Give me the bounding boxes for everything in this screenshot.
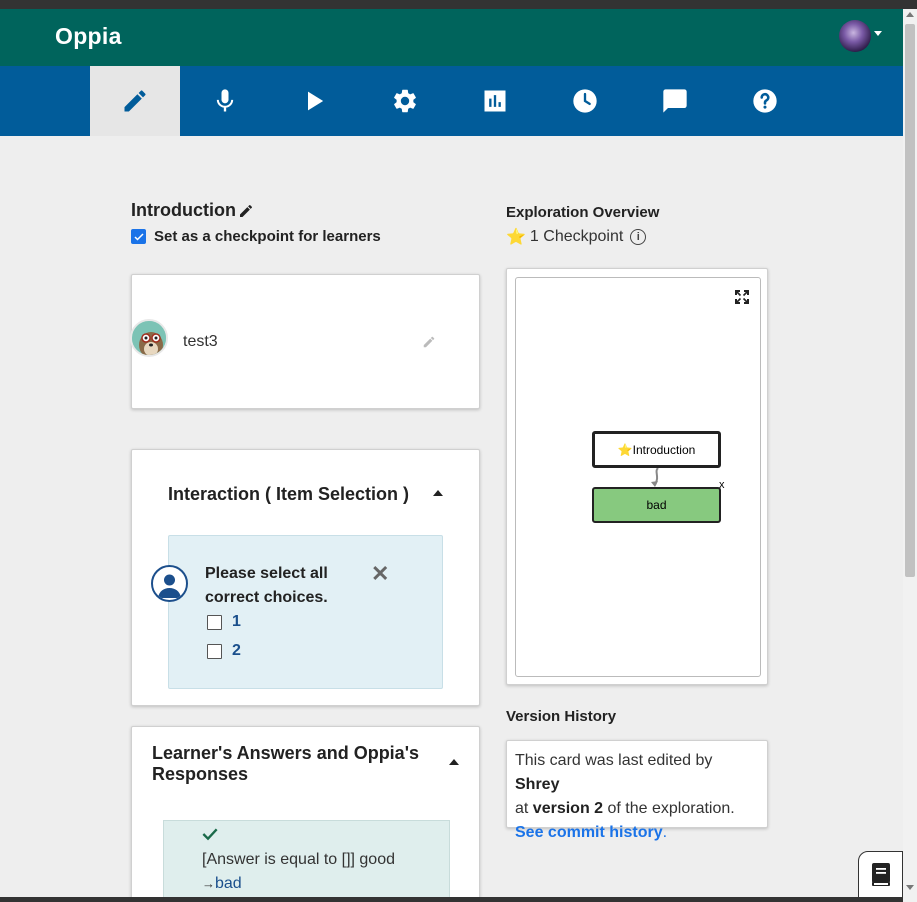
interaction-question: Please select all correct choices. [205,565,328,606]
graph-node-bad[interactable]: bad [592,487,721,523]
checkpoint-toggle[interactable]: Set as a checkpoint for learners [131,228,381,245]
microphone-icon [216,89,234,112]
scroll-up-arrow-icon[interactable] [906,12,914,17]
choice-option[interactable]: 1 [207,613,241,631]
tab-stats[interactable] [450,66,540,136]
choice-label: 1 [232,613,241,630]
choice-checkbox[interactable] [207,643,222,659]
state-title[interactable]: Introduction [131,200,254,221]
graph-node-introduction[interactable]: ⭐Introduction [592,431,721,468]
collapse-caret-icon[interactable] [433,490,443,496]
exploration-graph-card: ⭐Introduction bad x [506,268,768,685]
version-editor: Shrey [515,776,560,793]
answer-group[interactable]: [Answer is equal to []] good →bad [163,820,450,902]
browser-top-edge [0,0,917,9]
content-text: test3 [183,333,218,350]
learner-person-icon [151,565,188,602]
choice-label: 2 [232,642,241,659]
checkpoint-count-text: 1 Checkpoint [529,228,624,245]
version-suffix: of the exploration. [603,800,735,817]
gear-icon [394,89,416,113]
commit-history-link[interactable]: See commit history [515,824,663,841]
overview-title: Exploration Overview [506,204,660,221]
choice-checkbox[interactable] [207,614,222,630]
editor-tab-bar [0,66,903,136]
book-icon [871,863,890,886]
checkpoint-count: ⭐ 1 Checkpoint i [506,227,647,247]
user-menu-caret-icon[interactable] [874,31,882,36]
oppia-logo[interactable]: Oppia [55,23,122,50]
version-history-title: Version History [506,708,617,725]
content-edit-icon[interactable] [422,335,436,354]
destination-label: bad [215,875,242,892]
exploration-graph[interactable]: ⭐Introduction bad x [515,277,761,677]
expand-icon[interactable] [735,290,749,309]
top-navbar: Oppia [0,9,903,66]
browser-bottom-edge [0,897,903,902]
choice-option[interactable]: 2 [207,642,241,660]
checkpoint-label: Set as a checkpoint for learners [154,228,381,245]
tab-edit[interactable] [90,66,180,136]
interaction-title: Interaction ( Item Selection ) [168,484,410,504]
close-icon[interactable]: ✕ [371,561,389,587]
responses-card: Learner's Answers and Oppia's Responses … [131,726,480,902]
arrow-icon: → [202,876,215,891]
pencil-icon [124,90,146,112]
user-avatar[interactable] [839,20,871,52]
help-icon [753,89,777,113]
scroll-down-arrow-icon[interactable] [906,885,914,890]
tab-settings[interactable] [360,66,450,136]
version-number: version 2 [532,800,604,817]
interaction-card: Interaction ( Item Selection ) Please se… [131,449,480,706]
answer-rule: [Answer is equal to []] good [202,851,395,868]
checkpoint-checkbox[interactable] [131,229,146,244]
bar-chart-icon [484,90,506,112]
tab-preview[interactable] [270,66,360,136]
tab-help[interactable] [720,66,810,136]
responses-title: Learner's Answers and Oppia's Responses [152,743,419,784]
tab-feedback[interactable] [630,66,720,136]
checkmark-icon [133,232,144,241]
clock-icon [573,89,597,113]
edit-pencil-icon[interactable] [238,203,254,219]
collapse-caret-icon[interactable] [449,759,459,765]
tab-history[interactable] [540,66,630,136]
version-at: at [515,800,533,817]
content-author-avatar [130,319,168,357]
lesson-info-button[interactable] [858,851,903,899]
tab-translate[interactable] [180,66,270,136]
star-icon: ⭐ [506,229,526,246]
page-scrollbar[interactable] [903,9,917,902]
play-icon [308,91,324,111]
version-history-card: This card was last edited by Shrey at ve… [506,740,768,841]
scroll-thumb[interactable] [905,24,915,577]
version-period: . [662,824,668,841]
answer-destination[interactable]: →bad [202,875,242,893]
interaction-preview[interactable] [168,535,443,689]
state-title-text: Introduction [131,200,236,220]
version-prefix: This card was last edited by [515,752,713,769]
info-icon[interactable]: i [630,229,647,245]
delete-node-icon[interactable]: x [719,479,725,491]
content-card[interactable]: test3 [130,274,480,409]
correct-check-icon [202,827,218,846]
chat-icon [663,89,687,113]
